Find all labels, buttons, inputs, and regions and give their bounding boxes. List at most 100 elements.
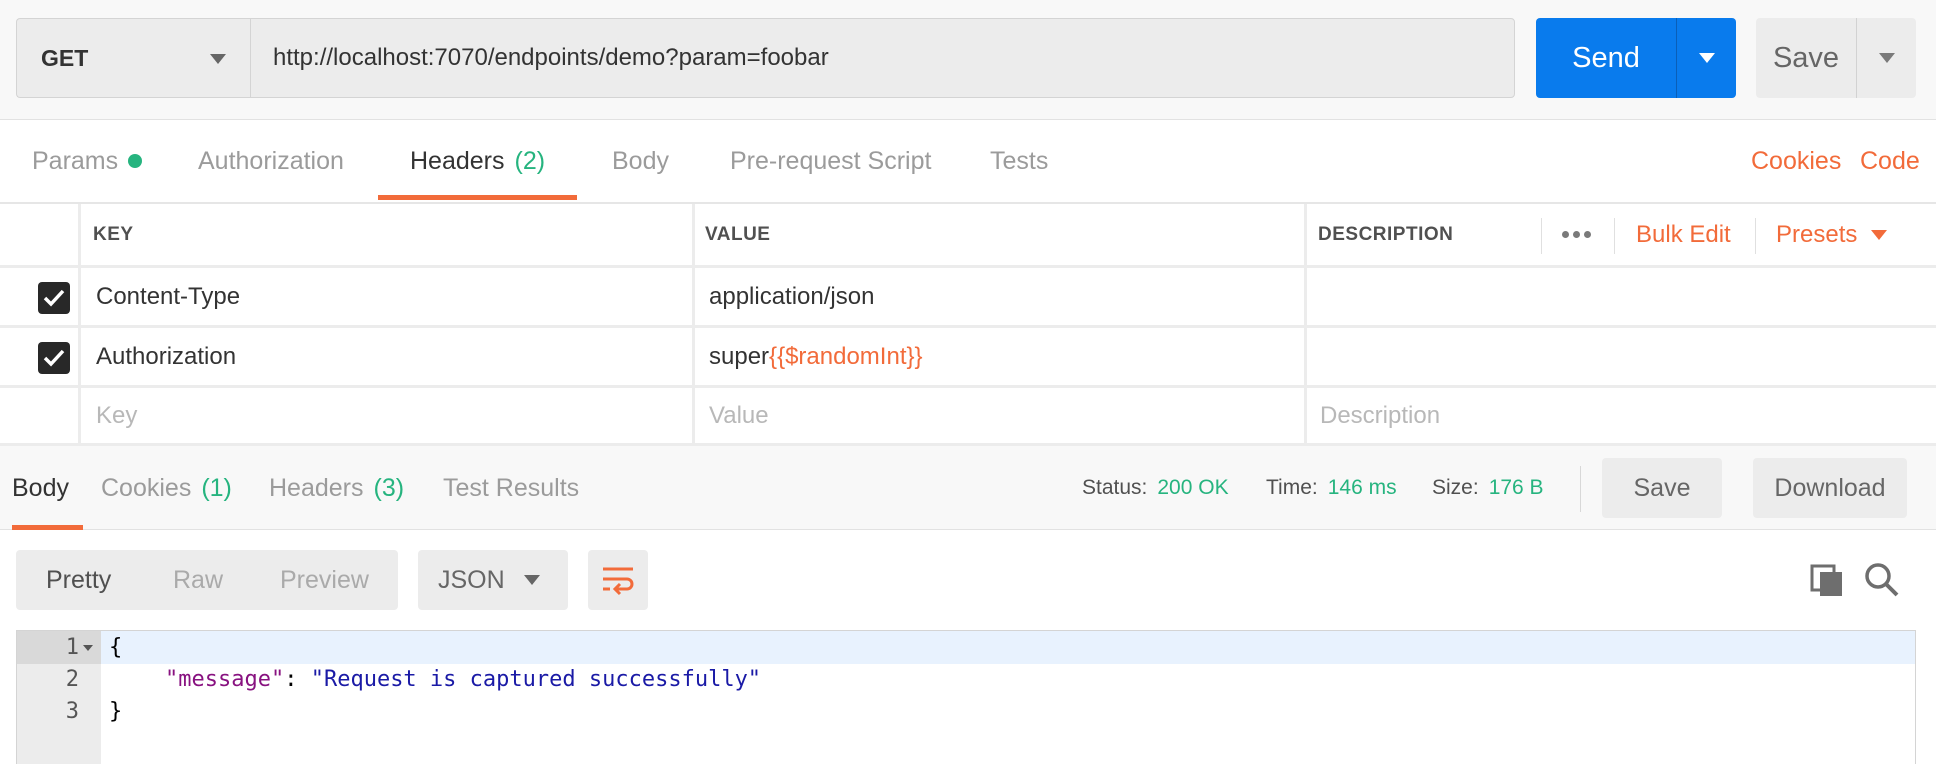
response-tab-cookies[interactable]: Cookies (1) [101,446,232,530]
tab-params-label: Params [32,146,119,175]
tab-prerequest-label: Pre-request Script [730,146,932,175]
size-readout: Size: 176 B [1432,446,1544,530]
header-value-variable: {{$randomInt}} [769,342,923,370]
table-header-row: KEY VALUE DESCRIPTION Bulk Edit Presets [0,204,1936,268]
size-value: 176 B [1488,476,1544,499]
send-button-group: Send [1536,18,1736,98]
code-link[interactable]: Code [1860,120,1920,202]
format-select[interactable]: JSON [418,550,568,610]
tab-tests-label: Tests [990,146,1049,175]
url-input[interactable]: http://localhost:7070/endpoints/demo?par… [250,18,1515,98]
header-value-cell[interactable]: application/json [709,268,874,325]
view-mode-pretty[interactable]: Pretty [46,550,111,610]
new-value-input[interactable]: Value [709,388,769,443]
search-icon[interactable] [1862,560,1902,600]
header-value-text: application/json [709,282,875,310]
chevron-down-icon [1871,229,1888,240]
header-value-cell[interactable]: super {{$randomInt}} [709,328,923,385]
response-tab-headers-label: Headers [269,473,364,502]
view-mode-preview[interactable]: Preview [280,550,369,610]
save-button[interactable]: Save [1756,18,1856,98]
more-options-icon[interactable] [1562,204,1591,265]
copy-icon[interactable] [1808,560,1848,600]
header-key-cell[interactable]: Authorization [96,328,236,385]
fold-toggle-icon[interactable] [83,645,93,651]
headers-table: KEY VALUE DESCRIPTION Bulk Edit Presets … [0,202,1936,446]
view-mode-raw[interactable]: Raw [173,550,223,610]
bulk-edit-button[interactable]: Bulk Edit [1636,204,1731,265]
presets-label: Presets [1776,220,1858,248]
json-string: "Request is captured successfully" [310,667,762,692]
tab-tests[interactable]: Tests [958,120,1080,202]
table-row: Authorization super {{$randomInt}} [0,328,1936,388]
send-options-button[interactable] [1676,18,1736,98]
column-header-description: DESCRIPTION [1318,223,1454,245]
response-tab-headers-count: (3) [373,473,405,502]
size-label: Size: [1432,476,1479,499]
response-tab-body-label: Body [12,473,69,502]
active-line-highlight [101,631,1915,664]
save-options-button[interactable] [1856,18,1916,98]
format-value: JSON [438,565,505,594]
wrap-lines-icon [603,567,634,596]
response-tab-body[interactable]: Body [12,446,83,530]
cookies-link[interactable]: Cookies [1751,120,1841,202]
tab-body-label: Body [612,146,669,175]
code-line: { [109,635,123,660]
tab-authorization-label: Authorization [198,146,344,175]
status-value: 200 OK [1157,476,1229,499]
row-checkbox[interactable] [38,282,70,314]
method-select[interactable]: GET [16,18,250,98]
line-number: 2 [65,667,79,692]
header-key-cell[interactable]: Content-Type [96,268,240,325]
new-key-input[interactable]: Key [96,388,137,443]
line-number: 3 [65,699,79,724]
response-save-button[interactable]: Save [1602,458,1722,518]
chevron-down-icon [524,575,540,585]
tab-headers-count: (2) [514,146,546,175]
time-label: Time: [1266,476,1318,499]
tab-prerequest-script[interactable]: Pre-request Script [698,120,963,202]
presets-button[interactable]: Presets [1776,204,1888,265]
response-tab-headers[interactable]: Headers (3) [269,446,404,530]
response-tab-test-results[interactable]: Test Results [443,446,579,530]
json-separator: : [284,667,311,692]
tab-body[interactable]: Body [580,120,701,202]
response-download-button[interactable]: Download [1753,458,1907,518]
response-bar: Body Cookies (1) Headers (3) Test Result… [0,446,1936,530]
response-body-editor[interactable]: 1 { 2 "message": "Request is captured su… [16,630,1916,764]
tab-headers[interactable]: Headers (2) [378,120,578,202]
header-value-text: super [709,342,770,370]
chevron-down-icon [1878,53,1895,63]
response-tab-test-results-label: Test Results [443,473,580,502]
code-line: "message": "Request is captured successf… [165,663,761,696]
url-value: http://localhost:7070/endpoints/demo?par… [273,44,829,71]
header-description-cell[interactable] [1320,268,1920,325]
view-mode-segmented: Pretty Raw Preview [16,550,398,610]
params-indicator-icon [128,154,143,168]
method-value: GET [41,44,89,71]
request-tabs: Params Authorization Headers (2) Body Pr… [0,120,1936,202]
send-button[interactable]: Send [1536,18,1676,98]
time-readout: Time: 146 ms [1266,446,1397,530]
chevron-down-icon [1698,53,1715,63]
response-tab-cookies-label: Cookies [101,473,192,502]
json-key: "message" [165,667,285,692]
checkmark-icon [43,289,65,307]
response-tab-cookies-count: (1) [201,473,232,502]
checkmark-icon [43,349,65,367]
status-readout: Status: 200 OK [1082,446,1229,530]
status-label: Status: [1082,476,1148,499]
wrap-lines-button[interactable] [588,550,648,610]
table-row-new: Key Value Description [0,388,1936,446]
time-value: 146 ms [1327,476,1397,499]
tab-params[interactable]: Params [0,120,174,202]
new-description-input[interactable]: Description [1320,388,1440,443]
tab-headers-label: Headers [410,146,505,175]
line-number: 1 [65,635,79,660]
tab-authorization[interactable]: Authorization [166,120,376,202]
row-checkbox[interactable] [38,342,70,374]
chevron-down-icon [210,54,226,64]
header-description-cell[interactable] [1320,328,1920,385]
save-button-group: Save [1756,18,1916,98]
